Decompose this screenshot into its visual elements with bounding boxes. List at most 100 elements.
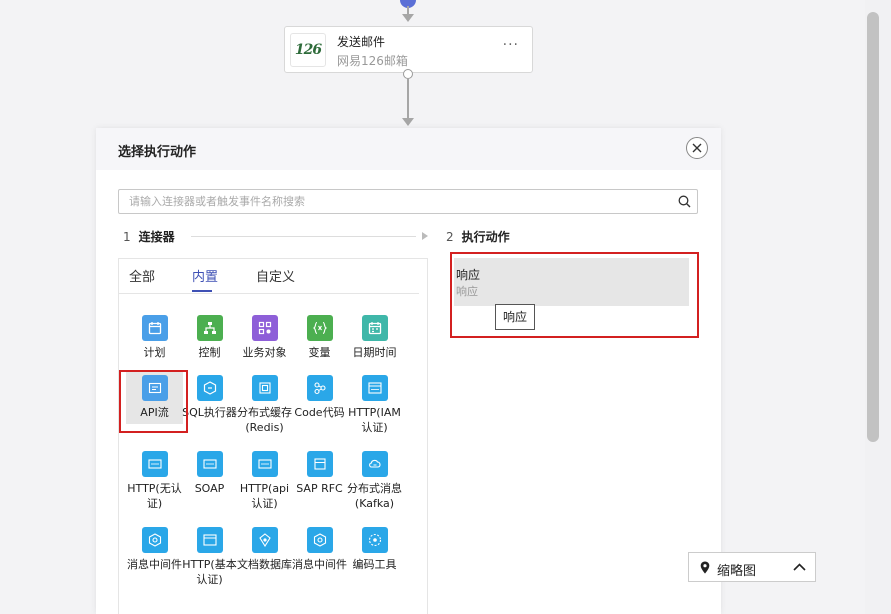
connector-tile[interactable]: SOAP — [182, 451, 237, 496]
node-subtitle: 网易126邮箱 — [337, 54, 408, 68]
thumbnail-toggle-button[interactable]: 缩略图 — [688, 552, 816, 582]
connector-label: Code代码 — [294, 406, 345, 419]
connector-tile[interactable]: 消息中间件 — [127, 527, 182, 572]
action-item-response[interactable]: 响应 响应 — [454, 258, 689, 306]
step-action: 2 执行动作 — [446, 228, 510, 245]
connector-label: 分布式缓存(Redis) — [237, 406, 292, 434]
connector-tile[interactable]: 计划 — [127, 315, 182, 360]
connector-label: 文档数据库 — [237, 558, 292, 571]
action-tooltip: 响应 — [495, 304, 536, 330]
connector-label: SQL执行器 — [182, 406, 237, 419]
connector-label: HTTP(无认证) — [127, 482, 182, 510]
action-name: 响应 — [456, 268, 481, 282]
document-db-icon — [251, 527, 278, 553]
http-noauth-icon — [141, 451, 168, 477]
connector-label: HTTP(基本认证) — [182, 558, 237, 586]
connector-label: 消息中间件 — [292, 558, 347, 571]
connector-tile[interactable]: SAP RFC — [292, 451, 347, 496]
action-subtitle: 响应 — [456, 285, 478, 298]
connector-label: 分布式消息(Kafka) — [347, 482, 402, 510]
connector-label: 计划 — [143, 346, 166, 359]
connector-label: HTTP(IAM认证) — [348, 406, 401, 434]
flow-control-icon — [196, 315, 223, 341]
connector-label: API流 — [140, 406, 169, 419]
tab-all[interactable]: 全部 — [129, 266, 155, 285]
calendar-icon — [141, 315, 168, 341]
thumbnail-label: 缩略图 — [717, 564, 757, 579]
search-icon[interactable] — [678, 195, 691, 208]
close-button[interactable] — [686, 137, 708, 159]
send-email-node[interactable]: 126 发送邮件 网易126邮箱 ··· — [284, 26, 533, 73]
connector-label: 消息中间件 — [127, 558, 182, 571]
active-tab-indicator — [192, 290, 212, 292]
connector-tile[interactable]: 控制 — [182, 315, 237, 360]
connector-label: 控制 — [198, 346, 221, 359]
api-flow-icon — [141, 375, 168, 401]
message-middleware-icon — [141, 527, 168, 553]
http-api-icon — [251, 451, 278, 477]
http-iam-icon — [361, 375, 388, 401]
connector-tile[interactable]: 文档数据库 — [237, 527, 292, 572]
search-input[interactable] — [119, 190, 679, 213]
connector-tile[interactable]: Code代码 — [292, 375, 347, 420]
connector-tile[interactable]: 分布式缓存(Redis) — [237, 375, 292, 435]
connector-tile[interactable]: 业务对象 — [237, 315, 292, 360]
page-scrollbar-thumb[interactable] — [867, 12, 879, 442]
connector-panel: 全部 内置 自定义 计划 控制 业务对象 变量 日期时间 API流 SQL执行器 分布式缓存(… — [118, 258, 428, 614]
connector-tile[interactable]: 日期时间 — [347, 315, 402, 360]
step-label: 执行动作 — [461, 230, 510, 244]
redis-cache-icon — [251, 375, 278, 401]
sql-executor-icon — [196, 375, 223, 401]
flow-arrow-icon — [402, 14, 414, 22]
email-126-logo: 126 — [290, 33, 326, 67]
location-pin-icon — [700, 561, 710, 574]
step-divider — [191, 236, 416, 237]
dialog-title: 选择执行动作 — [118, 145, 197, 160]
soap-icon — [196, 451, 223, 477]
tab-custom[interactable]: 自定义 — [256, 266, 295, 285]
step-number: 2 — [446, 230, 454, 244]
flow-connector-line — [407, 78, 409, 118]
select-action-dialog: 选择执行动作 1 连接器 2 执行动作 全部 内置 自定义 计划 控制 业务对象 变量 日期… — [96, 128, 721, 614]
connector-tile[interactable]: 消息中间件 — [292, 527, 347, 572]
connector-tile[interactable]: 变量 — [292, 315, 347, 360]
connector-tabs: 全部 内置 自定义 — [119, 259, 427, 293]
encoding-tool-icon — [361, 527, 388, 553]
action-panel: 响应 响应 响应 — [444, 250, 699, 614]
connector-label: 业务对象 — [242, 346, 287, 359]
connector-tile[interactable]: 编码工具 — [347, 527, 402, 572]
dialog-header: 选择执行动作 — [96, 128, 721, 170]
code-icon — [306, 375, 333, 401]
step-label: 连接器 — [138, 230, 175, 244]
connector-tile[interactable]: 分布式消息(Kafka) — [347, 451, 402, 511]
flow-connector-line — [407, 6, 409, 14]
connector-label: HTTP(api认证) — [239, 482, 290, 510]
kafka-icon — [361, 451, 388, 477]
close-icon — [692, 143, 702, 153]
more-options-icon[interactable]: ··· — [503, 37, 519, 53]
connector-label: SOAP — [194, 482, 225, 495]
connector-label: SAP RFC — [296, 482, 343, 495]
message-middleware-icon — [306, 527, 333, 553]
connector-label: 日期时间 — [352, 346, 397, 359]
step-number: 1 — [123, 230, 131, 244]
tabs-divider — [119, 293, 419, 294]
connector-tile[interactable]: SQL执行器 — [182, 375, 237, 420]
step-arrow-icon — [422, 232, 428, 240]
connector-tile[interactable]: API流 — [126, 371, 183, 424]
step-connector: 1 连接器 — [123, 228, 175, 245]
connector-label: 编码工具 — [352, 558, 397, 571]
variable-icon — [306, 315, 333, 341]
tab-builtin[interactable]: 内置 — [192, 266, 218, 285]
http-basic-icon — [196, 527, 223, 553]
date-time-icon — [361, 315, 388, 341]
connector-tile[interactable]: HTTP(基本认证) — [182, 527, 237, 587]
connector-tile[interactable]: HTTP(无认证) — [127, 451, 182, 511]
chevron-up-icon — [793, 563, 806, 571]
connector-tile[interactable]: HTTP(api认证) — [237, 451, 292, 511]
connector-tile[interactable]: HTTP(IAM认证) — [347, 375, 402, 435]
sap-rfc-icon — [306, 451, 333, 477]
search-box — [118, 189, 698, 214]
business-object-icon — [251, 315, 278, 341]
flow-arrow-icon — [402, 118, 414, 126]
